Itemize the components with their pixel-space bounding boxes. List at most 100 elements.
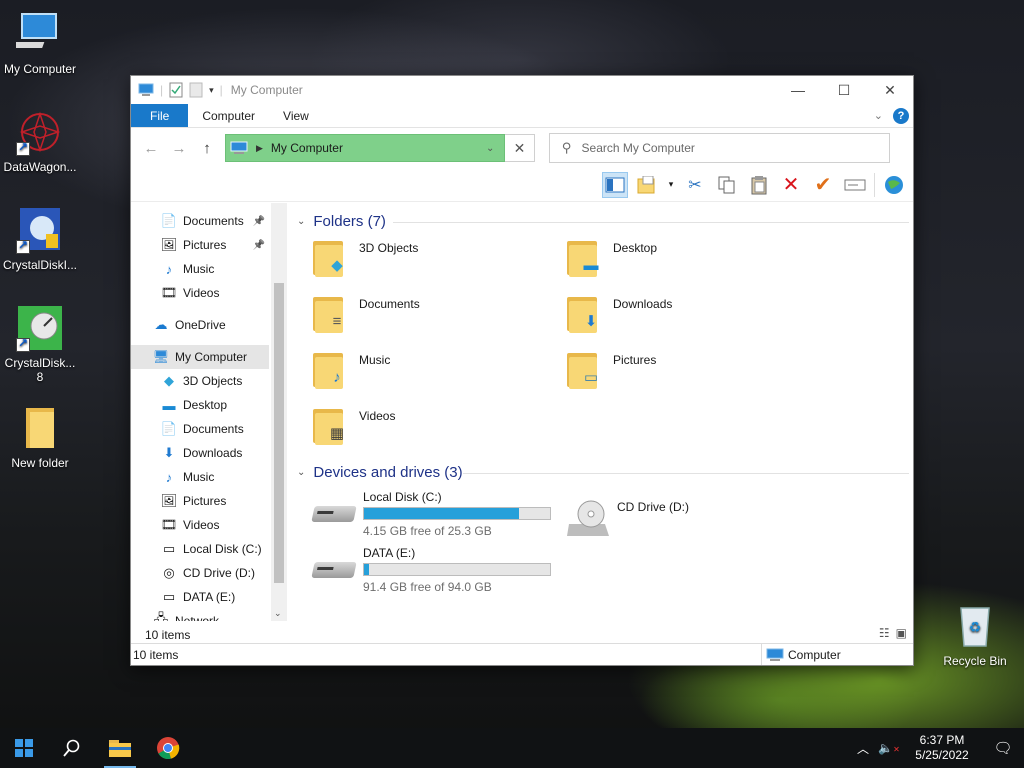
nav-item[interactable]: ▭ DATA (E:)	[131, 585, 269, 609]
folder-item[interactable]: ⬇ Downloads	[565, 293, 672, 333]
drive-name: DATA (E:)	[363, 546, 416, 560]
cut-icon[interactable]: ✂	[682, 172, 708, 198]
folder-name: 3D Objects	[359, 241, 419, 255]
check-icon[interactable]: ✔	[810, 172, 836, 198]
folder-badge-icon: ▭	[583, 369, 599, 386]
nav-item[interactable]: 📄 Documents	[131, 417, 269, 441]
desktop-icon-label: Recycle Bin	[943, 654, 1007, 668]
minimize-button[interactable]: —	[775, 76, 821, 104]
drive-item[interactable]: CD Drive (D:)	[565, 496, 689, 536]
volume-muted-icon[interactable]: 🔈✕	[876, 741, 902, 755]
large-icons-view-icon[interactable]: ▣	[896, 626, 907, 640]
folders-group-header[interactable]: ⌄ Folders (7)	[297, 213, 386, 230]
tab-view[interactable]: View	[269, 104, 323, 127]
folder-item[interactable]: ♪ Music	[311, 349, 390, 389]
crystaldiskinfo-icon	[16, 206, 64, 254]
clock[interactable]: 6:37 PM 5/25/2022	[902, 733, 982, 763]
folder-name: Music	[359, 353, 391, 367]
properties-icon[interactable]	[169, 82, 183, 98]
folder-item[interactable]: ◆ 3D Objects	[311, 237, 418, 277]
details-view-icon[interactable]: ☷	[879, 626, 890, 640]
nav-item[interactable]: ◎ CD Drive (D:)	[131, 561, 269, 585]
close-button[interactable]: ✕	[867, 76, 913, 104]
folder-item[interactable]: ▦ Videos	[311, 405, 395, 445]
drive-item[interactable]: DATA (E:) 91.4 GB free of 94.0 GB	[311, 546, 551, 594]
nav-item-label: Pictures	[183, 494, 227, 508]
delete-icon[interactable]: ✕	[778, 172, 804, 198]
nav-item[interactable]: 📄 Documents 📌	[131, 209, 269, 233]
tab-computer[interactable]: Computer	[188, 104, 269, 127]
drive-item[interactable]: Local Disk (C:) 4.15 GB free of 25.3 GB	[311, 490, 551, 538]
drive-name: Local Disk (C:)	[363, 490, 442, 504]
nav-item[interactable]: 🎞 Videos	[131, 513, 269, 537]
nav-item[interactable]: 🎞 Videos	[131, 281, 269, 305]
computer-icon	[230, 141, 248, 154]
maximize-button[interactable]: ☐	[821, 76, 867, 104]
new-folder-small-icon[interactable]	[189, 82, 203, 98]
nav-item[interactable]: 🖼 Pictures 📌	[131, 233, 269, 257]
folder-item[interactable]: ▬ Desktop	[565, 237, 657, 277]
drives-group-header[interactable]: ⌄ Devices and drives (3)	[297, 464, 463, 481]
title-bar[interactable]: | ▾ | My Computer — ☐ ✕	[131, 76, 913, 104]
notifications-icon[interactable]: 🗨	[982, 739, 1024, 757]
folders-group-title: Folders (7)	[313, 213, 386, 230]
address-bar[interactable]: ▶ My Computer ⌄	[225, 134, 505, 162]
desktop-icon-crystaldiskinfo[interactable]: CrystalDiskI...	[0, 206, 80, 272]
search-input[interactable]: ⚲ Search My Computer	[549, 133, 890, 163]
folder-icon: ▦	[311, 405, 351, 445]
copy-icon[interactable]	[714, 172, 740, 198]
address-dropdown-icon[interactable]: ⌄	[486, 143, 504, 154]
computer-icon	[12, 10, 64, 58]
chevron-down-icon[interactable]: ⌄	[297, 216, 305, 227]
address-path[interactable]: My Computer	[271, 141, 343, 155]
folder-item[interactable]: ▭ Pictures	[565, 349, 656, 389]
expand-ribbon-icon[interactable]: ⌄	[874, 109, 883, 122]
tab-file[interactable]: File	[131, 104, 189, 127]
desktop-icon-label: New folder	[11, 456, 69, 470]
start-button[interactable]	[0, 728, 48, 768]
desktop-icon-recycle-bin[interactable]: ♻ Recycle Bin	[935, 602, 1015, 668]
nav-item[interactable]: ☁ OneDrive	[131, 313, 269, 337]
show-hidden-icons-icon[interactable]: ︿	[850, 740, 876, 757]
nav-item[interactable]: 🖧 Network	[131, 609, 269, 621]
dropdown-icon[interactable]: ▾	[666, 172, 676, 198]
pin-icon: 📌	[252, 239, 265, 251]
nav-item[interactable]: ▬ Desktop	[131, 393, 269, 417]
desktop-icon-new-folder[interactable]: New folder	[0, 404, 80, 470]
nav-item[interactable]: ◆ 3D Objects	[131, 369, 269, 393]
folder-item[interactable]: ≡ Documents	[311, 293, 420, 333]
back-button[interactable]: ←	[137, 140, 165, 157]
taskbar-file-explorer[interactable]	[96, 728, 144, 768]
preview-pane-icon[interactable]	[602, 171, 628, 198]
customize-qat-icon[interactable]: ▾	[209, 85, 214, 96]
view-switcher: ☷ ▣	[879, 626, 907, 640]
desktop-icon-datawagon[interactable]: DataWagon...	[0, 108, 80, 174]
nav-item-label: Videos	[183, 518, 220, 532]
address-clear-button[interactable]: ✕	[505, 134, 535, 162]
nav-item-icon: 🎞	[160, 285, 178, 300]
nav-scrollbar-thumb[interactable]	[274, 283, 284, 583]
nav-item[interactable]: ⬇ Downloads	[131, 441, 269, 465]
nav-item[interactable]: 🖥 My Computer	[131, 345, 269, 369]
nav-item[interactable]: 🖼 Pictures	[131, 489, 269, 513]
new-folder-icon[interactable]	[634, 172, 660, 198]
paste-icon[interactable]	[746, 172, 772, 198]
nav-item[interactable]: ▭ Local Disk (C:)	[131, 537, 269, 561]
chevron-down-icon[interactable]: ⌄	[297, 467, 305, 478]
nav-item-icon: 📄	[160, 421, 178, 436]
nav-item[interactable]: ♪ Music	[131, 257, 269, 281]
help-icon[interactable]: ?	[893, 107, 909, 124]
forward-button[interactable]: →	[165, 140, 193, 157]
nav-item[interactable]: ♪ Music	[131, 465, 269, 489]
folder-icon: ▬	[565, 237, 605, 277]
taskbar-chrome[interactable]	[144, 728, 192, 768]
up-button[interactable]: ↑	[193, 140, 221, 157]
scroll-down-arrow-icon[interactable]: ⌄	[274, 608, 282, 619]
desktop-icon-crystaldiskmark[interactable]: CrystalDisk... 8	[0, 304, 80, 384]
breadcrumb-arrow-icon[interactable]: ▶	[256, 143, 263, 154]
nav-scrollbar[interactable]: ⌄	[271, 203, 287, 621]
globe-icon[interactable]	[881, 172, 907, 198]
search-button[interactable]	[48, 728, 96, 768]
rename-icon[interactable]	[842, 172, 868, 198]
desktop-icon-my-computer[interactable]: My Computer	[0, 10, 80, 76]
